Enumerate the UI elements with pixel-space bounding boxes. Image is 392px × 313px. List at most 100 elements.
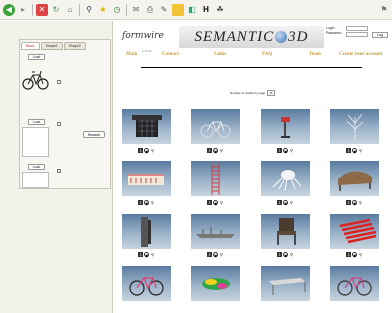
view-icon[interactable]: ◉ xyxy=(213,252,218,258)
login-button[interactable]: Log xyxy=(372,32,388,38)
model-thumbnail-bicycle-red[interactable] xyxy=(122,266,171,301)
search-similar-icon[interactable]: ⚲ xyxy=(358,200,363,205)
nav-main[interactable]: Main xyxy=(126,52,137,57)
edit-icon[interactable]: ✎ xyxy=(158,4,170,16)
download-icon[interactable]: ⇩ xyxy=(277,252,282,257)
per-page-select[interactable]: 16 xyxy=(267,90,275,96)
nav-faq[interactable]: FAQ xyxy=(262,52,272,57)
password-input[interactable] xyxy=(346,32,368,37)
globe-icon xyxy=(275,31,288,43)
model-thumbnail-lamp[interactable] xyxy=(261,109,310,144)
search-similar-icon[interactable]: ⚲ xyxy=(150,252,155,257)
view-icon[interactable]: ◉ xyxy=(352,252,357,258)
mail-icon[interactable]: ✉ xyxy=(130,4,142,16)
view-icon[interactable]: ◉ xyxy=(352,148,357,154)
history-icon[interactable]: ◷ xyxy=(111,4,123,16)
nav-team[interactable]: Team xyxy=(309,52,321,57)
favorites-icon[interactable]: ★ xyxy=(97,4,109,16)
query-checkbox-1[interactable] xyxy=(57,80,61,84)
search-similar-icon[interactable]: ⚲ xyxy=(289,252,294,257)
thumbnail-actions: ⇩ ◉ ⚲ xyxy=(207,200,224,206)
view-icon[interactable]: ◉ xyxy=(144,200,149,206)
model-thumbnail-bench[interactable] xyxy=(330,161,379,196)
model-thumbnail-bicycle[interactable] xyxy=(191,109,240,144)
model-thumbnail-gazebo[interactable] xyxy=(122,109,171,144)
view-icon[interactable]: ◉ xyxy=(213,200,218,206)
load-button-2[interactable]: Load xyxy=(28,119,45,125)
tab-shape2[interactable]: Shape2 xyxy=(63,42,86,50)
model-thumbnail-tree[interactable] xyxy=(330,109,379,144)
bicycle-model xyxy=(200,121,231,138)
refresh-icon[interactable]: ↻ xyxy=(50,4,62,16)
brand-right-text: 3D xyxy=(288,28,309,45)
download-icon[interactable]: ⇩ xyxy=(277,148,282,153)
nav-contact[interactable]: Contact xyxy=(162,52,179,57)
view-icon[interactable]: ◉ xyxy=(213,148,218,154)
search-similar-icon[interactable]: ⚲ xyxy=(358,252,363,257)
folder-icon[interactable] xyxy=(172,3,184,16)
nav-links[interactable]: Links xyxy=(214,52,226,57)
query-checkbox-2[interactable] xyxy=(57,122,61,126)
search-similar-icon[interactable]: ⚲ xyxy=(219,148,224,153)
download-icon[interactable]: ⇩ xyxy=(346,200,351,205)
thumbnail-actions: ⇩ ◉ ⚲ xyxy=(277,148,294,154)
view-icon[interactable]: ◉ xyxy=(283,148,288,154)
download-icon[interactable]: ⇩ xyxy=(207,252,212,257)
load-button-1[interactable]: Load xyxy=(28,54,45,60)
tab-basic[interactable]: Basic xyxy=(21,42,40,50)
home-icon[interactable]: ⌂ xyxy=(64,4,76,16)
query-checkbox-3[interactable] xyxy=(57,169,61,173)
model-thumbnail-colored-object[interactable] xyxy=(191,266,240,301)
bicycle-model xyxy=(129,277,164,296)
site-logo[interactable]: formwire xyxy=(122,31,167,47)
bench-model xyxy=(338,171,372,191)
semantic3d-banner: SEMANTIC 3D xyxy=(179,26,324,48)
search-button[interactable]: Search xyxy=(83,131,105,138)
model-thumbnail-table[interactable] xyxy=(261,266,310,301)
search-similar-icon[interactable]: ⚲ xyxy=(219,252,224,257)
nav-create-account[interactable]: Create your account xyxy=(339,52,382,57)
download-icon[interactable]: ⇩ xyxy=(207,200,212,205)
messenger-icon[interactable]: ◧ xyxy=(186,4,198,16)
model-thumbnail-chair[interactable] xyxy=(261,214,310,249)
download-icon[interactable]: ⇩ xyxy=(207,148,212,153)
search-icon[interactable]: ⚲ xyxy=(83,4,95,16)
back-icon[interactable]: ◀ xyxy=(3,3,15,16)
view-icon[interactable]: ◉ xyxy=(283,252,288,258)
toolbar-separator xyxy=(79,3,80,16)
load-button-3[interactable]: Load xyxy=(28,164,45,170)
thumbnail-actions: ⇩ ◉ ⚲ xyxy=(138,200,155,206)
download-icon[interactable]: ⇩ xyxy=(138,148,143,153)
model-thumbnail-bicycle-pink[interactable] xyxy=(330,266,379,301)
view-icon[interactable]: ◉ xyxy=(144,252,149,258)
search-similar-icon[interactable]: ⚲ xyxy=(358,148,363,153)
model-thumbnail-pillar[interactable] xyxy=(122,214,171,249)
model-thumbnail-ladder[interactable] xyxy=(191,161,240,196)
download-icon[interactable]: ⇩ xyxy=(277,200,282,205)
discuss-icon[interactable]: ☘ xyxy=(214,4,226,16)
print-icon[interactable]: ⎙ xyxy=(144,4,156,16)
search-similar-icon[interactable]: ⚲ xyxy=(150,200,155,205)
view-icon[interactable]: ◉ xyxy=(283,200,288,206)
search-similar-icon[interactable]: ⚲ xyxy=(150,148,155,153)
login-input[interactable] xyxy=(346,26,368,31)
bicycle-icon xyxy=(22,70,49,90)
view-icon[interactable]: ◉ xyxy=(144,148,149,154)
stop-icon[interactable]: ✕ xyxy=(36,3,48,16)
view-icon[interactable]: ◉ xyxy=(352,200,357,206)
download-icon[interactable]: ⇩ xyxy=(138,252,143,257)
model-thumbnail-spider[interactable] xyxy=(261,161,310,196)
model-thumbnail-red-stairs[interactable] xyxy=(330,214,379,249)
search-similar-icon[interactable]: ⚲ xyxy=(289,200,294,205)
tab-shape1[interactable]: Shape1 xyxy=(40,42,63,50)
forward-icon[interactable]: ▸ xyxy=(17,4,29,16)
download-icon[interactable]: ⇩ xyxy=(346,252,351,257)
download-icon[interactable]: ⇩ xyxy=(346,148,351,153)
download-icon[interactable]: ⇩ xyxy=(138,200,143,205)
search-similar-icon[interactable]: ⚲ xyxy=(289,148,294,153)
search-similar-icon[interactable]: ⚲ xyxy=(219,200,224,205)
model-thumbnail-ship[interactable] xyxy=(191,214,240,249)
results-per-page: Number of results by page 16 xyxy=(230,90,275,96)
model-thumbnail-building[interactable] xyxy=(122,161,171,196)
translate-icon[interactable]: H xyxy=(200,4,212,16)
